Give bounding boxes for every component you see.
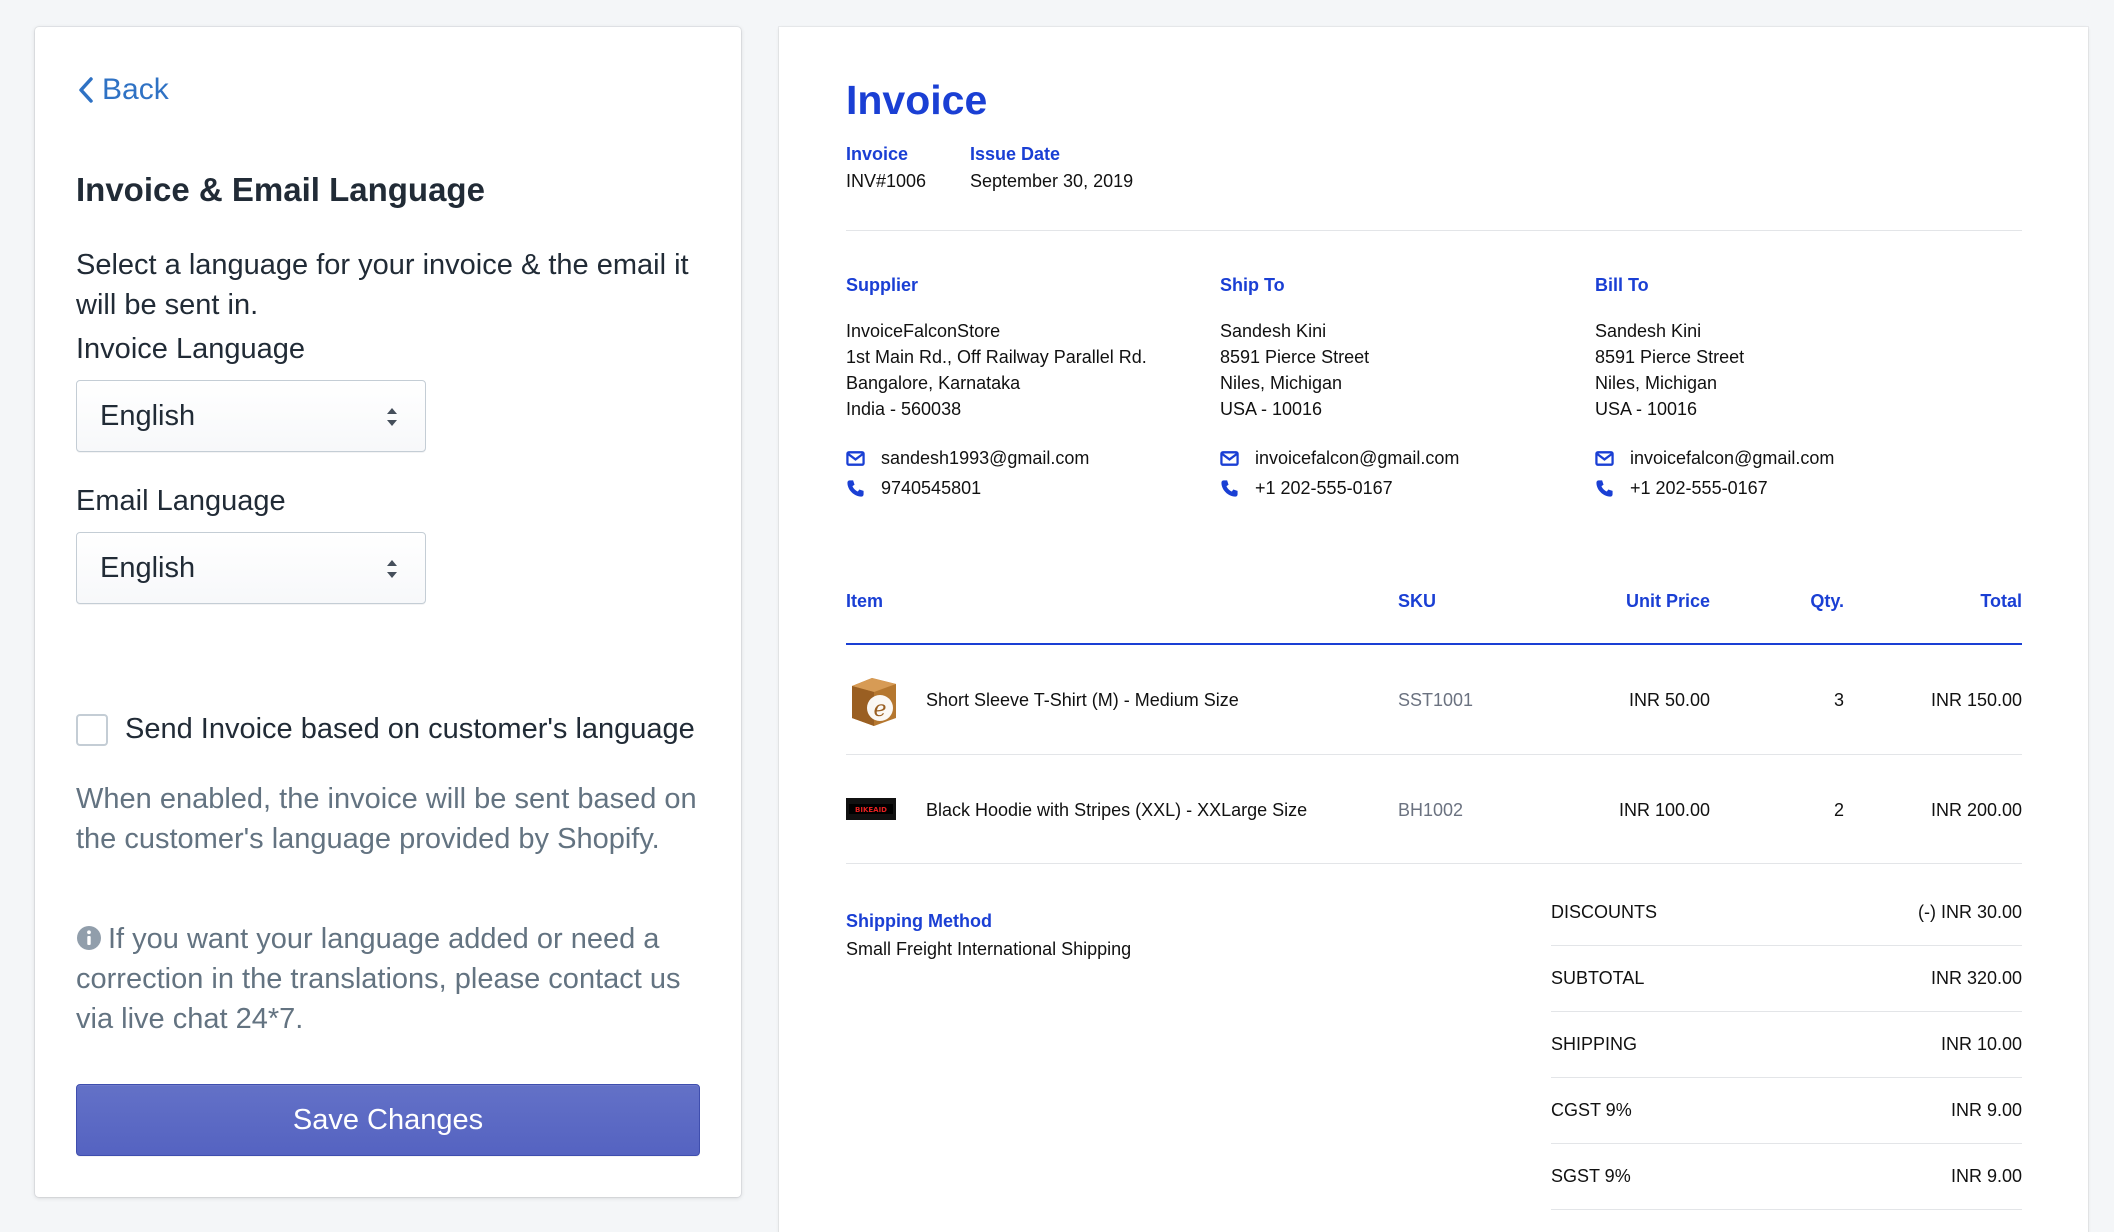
column-header-total: Total — [1980, 591, 2022, 611]
address-line: Sandesh Kini — [1595, 321, 1702, 341]
totals-row-shipping: SHIPPING INR 10.00 — [1551, 1012, 2022, 1078]
supplier-block: Supplier InvoiceFalconStore 1st Main Rd.… — [846, 275, 1147, 499]
row-divider — [846, 863, 2022, 864]
item-name: Short Sleeve T-Shirt (M) - Medium Size — [926, 690, 1239, 710]
invoice-preview: Invoice Invoice INV#1006 Issue Date Sept… — [779, 27, 2088, 1232]
shipping-method-label: Shipping Method — [846, 911, 992, 931]
address-line: 8591 Pierce Street — [1595, 347, 1745, 367]
bill-to-label: Bill To — [1595, 275, 1649, 295]
save-changes-button[interactable]: Save Changes — [76, 1084, 700, 1156]
info-note: If you want your language added or need … — [76, 919, 716, 1039]
address-line: Bangalore, Karnataka — [846, 373, 1021, 393]
invoice-number-label: Invoice — [846, 144, 909, 164]
item-total: INR 200.00 — [1930, 800, 2022, 820]
address-line: India - 560038 — [846, 399, 962, 419]
email-language-value: English — [100, 551, 196, 584]
invoice-title: Invoice — [846, 77, 988, 123]
table-header-divider — [846, 643, 2022, 645]
info-icon — [77, 926, 101, 950]
item-thumbnail: BIKEAID — [846, 798, 896, 825]
column-header-sku: SKU — [1398, 591, 1437, 611]
customer-language-help: When enabled, the invoice will be sent b… — [76, 783, 697, 855]
item-thumbnail: e — [846, 672, 904, 735]
select-arrows-icon — [387, 408, 397, 426]
invoice-number: INV#1006 — [846, 171, 927, 191]
item-unit-price: INR 100.00 — [1618, 800, 1710, 820]
column-header-qty: Qty. — [1810, 591, 1844, 611]
item-unit-price: INR 50.00 — [1628, 690, 1710, 710]
supplier-address: InvoiceFalconStore 1st Main Rd., Off Rai… — [846, 318, 1147, 422]
svg-text:BIKEAID: BIKEAID — [855, 806, 887, 814]
totals-row-sgst: SGST 9% INR 9.00 — [1551, 1144, 2022, 1210]
info-note-text: If you want your language added or need … — [76, 923, 681, 1035]
supplier-label: Supplier — [846, 275, 919, 295]
ship-to-email: invoicefalcon@gmail.com — [1220, 448, 1459, 469]
totals-row-subtotal: SUBTOTAL INR 320.00 — [1551, 946, 2022, 1012]
shipping-method: Small Freight International Shipping — [846, 939, 1132, 959]
package-e-icon: e — [852, 678, 896, 726]
customer-language-checkbox[interactable] — [76, 713, 108, 746]
email-language-label: Email Language — [76, 485, 286, 517]
supplier-email: sandesh1993@gmail.com — [846, 448, 1147, 469]
item-qty: 2 — [1833, 800, 1844, 820]
bill-to-address: Sandesh Kini 8591 Pierce Street Niles, M… — [1595, 318, 1834, 422]
totals-row-discounts: DISCOUNTS (-) INR 30.00 — [1551, 880, 2022, 946]
customer-language-option: Send Invoice based on customer's languag… — [76, 713, 695, 746]
invoice-language-value: English — [100, 399, 196, 432]
bill-to-phone: +1 202-555-0167 — [1595, 478, 1834, 499]
totals-row-cgst: CGST 9% INR 9.00 — [1551, 1078, 2022, 1144]
invoice-language-select[interactable]: English — [76, 380, 426, 452]
customer-language-checkbox-label[interactable]: Send Invoice based on customer's languag… — [125, 713, 695, 746]
back-link[interactable]: Back — [76, 73, 169, 107]
address-line: 8591 Pierce Street — [1220, 347, 1370, 367]
phone-icon — [847, 480, 864, 497]
chevron-left-icon — [79, 77, 93, 103]
address-line: InvoiceFalconStore — [846, 321, 1001, 341]
column-header-item: Item — [846, 591, 884, 611]
item-name: Black Hoodie with Stripes (XXL) - XXLarg… — [926, 800, 1308, 820]
settings-card: Back Invoice & Email Language Select a l… — [35, 27, 741, 1197]
address-line: Niles, Michigan — [1595, 373, 1718, 393]
settings-title: Invoice & Email Language — [76, 171, 485, 208]
select-arrows-icon — [387, 560, 397, 578]
ship-to-block: Ship To Sandesh Kini 8591 Pierce Street … — [1220, 275, 1459, 499]
invoice-language-label: Invoice Language — [76, 333, 305, 365]
divider — [846, 230, 2022, 231]
address-line: Sandesh Kini — [1220, 321, 1327, 341]
row-divider — [846, 754, 2022, 755]
svg-text:e: e — [873, 697, 886, 722]
item-sku: SST1001 — [1398, 690, 1474, 710]
address-line: USA - 10016 — [1220, 399, 1323, 419]
issue-date: September 30, 2019 — [970, 171, 1134, 191]
back-label: Back — [102, 73, 169, 106]
address-line: 1st Main Rd., Off Railway Parallel Rd. — [846, 347, 1147, 367]
bill-to-block: Bill To Sandesh Kini 8591 Pierce Street … — [1595, 275, 1834, 499]
bill-to-email: invoicefalcon@gmail.com — [1595, 448, 1834, 469]
envelope-icon — [1220, 451, 1239, 466]
item-total: INR 150.00 — [1930, 690, 2022, 710]
item-sku: BH1002 — [1398, 800, 1464, 820]
envelope-icon — [1595, 451, 1614, 466]
address-line: USA - 10016 — [1595, 399, 1698, 419]
address-line: Niles, Michigan — [1220, 373, 1343, 393]
ship-to-label: Ship To — [1220, 275, 1285, 295]
email-language-select[interactable]: English — [76, 532, 426, 604]
column-header-unit-price: Unit Price — [1625, 591, 1710, 611]
ship-to-address: Sandesh Kini 8591 Pierce Street Niles, M… — [1220, 318, 1459, 422]
settings-description: Select a language for your invoice & the… — [76, 249, 689, 321]
item-qty: 3 — [1833, 690, 1844, 710]
envelope-icon — [846, 451, 865, 466]
ship-to-phone: +1 202-555-0167 — [1220, 478, 1459, 499]
bikeaid-logo: BIKEAID — [846, 798, 896, 820]
supplier-phone: 9740545801 — [846, 478, 1147, 499]
phone-icon — [1221, 480, 1238, 497]
phone-icon — [1596, 480, 1613, 497]
issue-date-label: Issue Date — [970, 144, 1061, 164]
